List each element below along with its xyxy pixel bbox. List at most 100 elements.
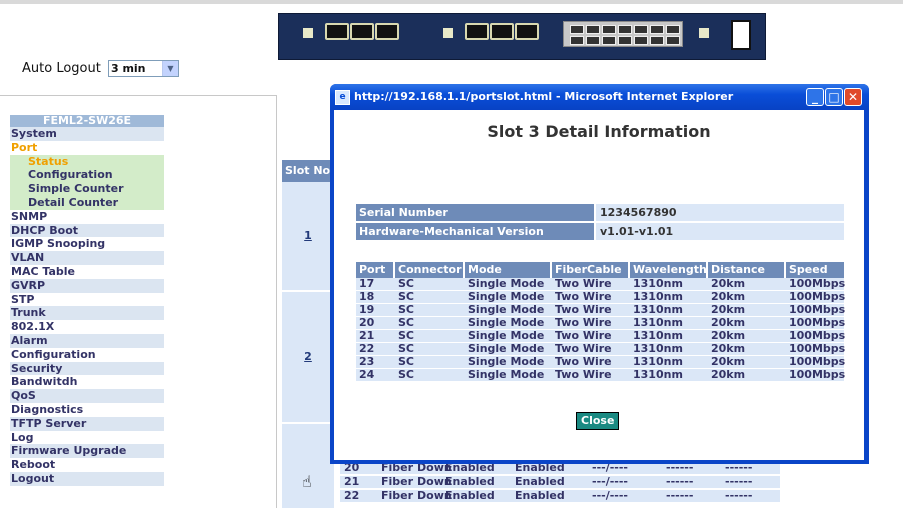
popup-titlebar[interactable]: e http://192.168.1.1/portslot.html - Mic… [330, 84, 869, 110]
sidebar-item[interactable]: IGMP Snooping [10, 237, 164, 252]
maximize-button[interactable]: □ [825, 88, 843, 106]
sidebar-item[interactable]: Port [10, 140, 164, 155]
table-cell: 1310nm [633, 355, 683, 368]
table-cell: ---/---- [592, 489, 628, 502]
table-cell: Single Mode [468, 329, 545, 342]
sidebar-item[interactable]: Alarm [10, 333, 164, 348]
auto-logout-select[interactable]: 3 min ▼ [107, 60, 179, 77]
table-cell: 17 [359, 277, 375, 290]
sidebar-item[interactable]: Detail Counter [10, 195, 164, 210]
minimize-button[interactable]: _ [806, 88, 824, 106]
console-port-icon[interactable] [731, 20, 751, 50]
table-cell: Single Mode [468, 355, 545, 368]
table-cell: 20km [711, 368, 746, 381]
close-button[interactable]: Close [576, 412, 620, 430]
sidebar-item[interactable]: System [10, 127, 164, 141]
auto-logout-value: 3 min [110, 62, 146, 75]
ethernet-port-icon[interactable] [515, 23, 539, 40]
menu-title: FEML2-SW26E [10, 115, 164, 127]
sidebar-item[interactable]: Configuration [10, 168, 164, 183]
close-window-button[interactable]: ✕ [844, 88, 862, 106]
sidebar-item[interactable]: Simple Counter [10, 182, 164, 196]
table-cell: 20km [711, 329, 746, 342]
led-block-icon [699, 28, 709, 38]
table-cell: Enabled [445, 475, 495, 488]
sidebar-item[interactable]: MAC Table [10, 264, 164, 279]
sidebar-item[interactable]: Trunk [10, 306, 164, 321]
sidebar-item[interactable]: Configuration [10, 347, 164, 362]
ethernet-port-icon[interactable] [465, 23, 489, 40]
sidebar-item[interactable]: VLAN [10, 251, 164, 265]
table-cell: Enabled [515, 475, 565, 488]
sidebar-item[interactable]: 802.1X [10, 320, 164, 334]
table-cell: SC [398, 316, 414, 329]
sidebar-menu: FEML2-SW26E System Port Status Configuratio… [10, 115, 164, 486]
auto-logout-control: Auto Logout 3 min ▼ [22, 60, 179, 77]
switch-front-panel-image [278, 13, 766, 60]
frame-divider-vertical [276, 95, 277, 508]
table-cell: 24 [359, 368, 375, 381]
table-cell: 22 [344, 489, 360, 502]
sidebar-item[interactable]: GVRP [10, 278, 164, 293]
popup-window-title: http://192.168.1.1/portslot.html - Micro… [354, 90, 734, 103]
table-cell: 20km [711, 342, 746, 355]
sidebar-item[interactable]: Status [10, 154, 164, 169]
sidebar-item[interactable]: Bandwitdh [10, 375, 164, 390]
table-cell: 1310nm [633, 303, 683, 316]
info-label: Hardware-Mechanical Version [356, 223, 594, 240]
info-row-version: Hardware-Mechanical Version v1.01-v1.01 [356, 223, 844, 240]
sidebar-item[interactable]: Log [10, 430, 164, 445]
slot-no-header: Slot No [282, 160, 334, 182]
table-cell: Fiber [381, 475, 414, 488]
ethernet-port-icon[interactable] [325, 23, 349, 40]
sidebar-item[interactable]: Diagnostics [10, 402, 164, 417]
table-cell: ------ [725, 489, 753, 502]
table-cell: 1310nm [633, 368, 683, 381]
table-cell: Single Mode [468, 316, 545, 329]
ethernet-port-icon[interactable] [490, 23, 514, 40]
table-cell: 100Mbps [789, 355, 846, 368]
slot-cell-3 [282, 424, 334, 508]
sidebar-item[interactable]: Firmware Upgrade [10, 444, 164, 459]
table-cell: SC [398, 329, 414, 342]
column-header: Connector [395, 262, 463, 278]
table-cell: Two Wire [555, 368, 612, 381]
sidebar-item[interactable]: TFTP Server [10, 416, 164, 431]
page-title: Slot 3 Detail Information [487, 122, 711, 141]
table-cell: Two Wire [555, 303, 612, 316]
table-cell: 100Mbps [789, 368, 846, 381]
table-cell: Two Wire [555, 277, 612, 290]
ethernet-port-icon[interactable] [350, 23, 374, 40]
table-cell: 100Mbps [789, 303, 846, 316]
fiber-slot-icon[interactable] [563, 21, 683, 47]
info-value: 1234567890 [596, 204, 844, 221]
table-cell: 18 [359, 290, 375, 303]
table-cell: 100Mbps [789, 290, 846, 303]
ie-icon: e [335, 90, 350, 105]
table-cell: 100Mbps [789, 329, 846, 342]
sidebar-item[interactable]: STP [10, 292, 164, 307]
table-cell: 20 [359, 316, 375, 329]
port-detail-table: Port Connector Mode FiberCable Wavelengt… [356, 262, 846, 382]
slot-link-2[interactable]: 2 [282, 292, 334, 422]
table-cell: 1310nm [633, 277, 683, 290]
table-cell: Enabled [445, 489, 495, 502]
slot-link-1[interactable]: 1 [282, 182, 334, 290]
sidebar-item[interactable]: QoS [10, 389, 164, 403]
table-cell: Single Mode [468, 368, 545, 381]
table-cell: 20km [711, 303, 746, 316]
column-header: FiberCable [552, 262, 628, 278]
info-row-serial: Serial Number 1234567890 [356, 204, 844, 221]
sidebar-item[interactable]: Logout [10, 471, 164, 486]
column-header: Distance [708, 262, 784, 278]
ethernet-port-icon[interactable] [375, 23, 399, 40]
table-cell: ------ [725, 475, 753, 488]
table-cell: 100Mbps [789, 316, 846, 329]
sidebar-item[interactable]: Security [10, 361, 164, 376]
sidebar-item[interactable]: DHCP Boot [10, 223, 164, 238]
chevron-down-icon[interactable]: ▼ [161, 61, 178, 76]
sidebar-item[interactable]: SNMP [10, 209, 164, 224]
table-cell: 21 [344, 475, 360, 488]
sidebar-item[interactable]: Reboot [10, 458, 164, 472]
column-header: Wavelength [630, 262, 707, 278]
